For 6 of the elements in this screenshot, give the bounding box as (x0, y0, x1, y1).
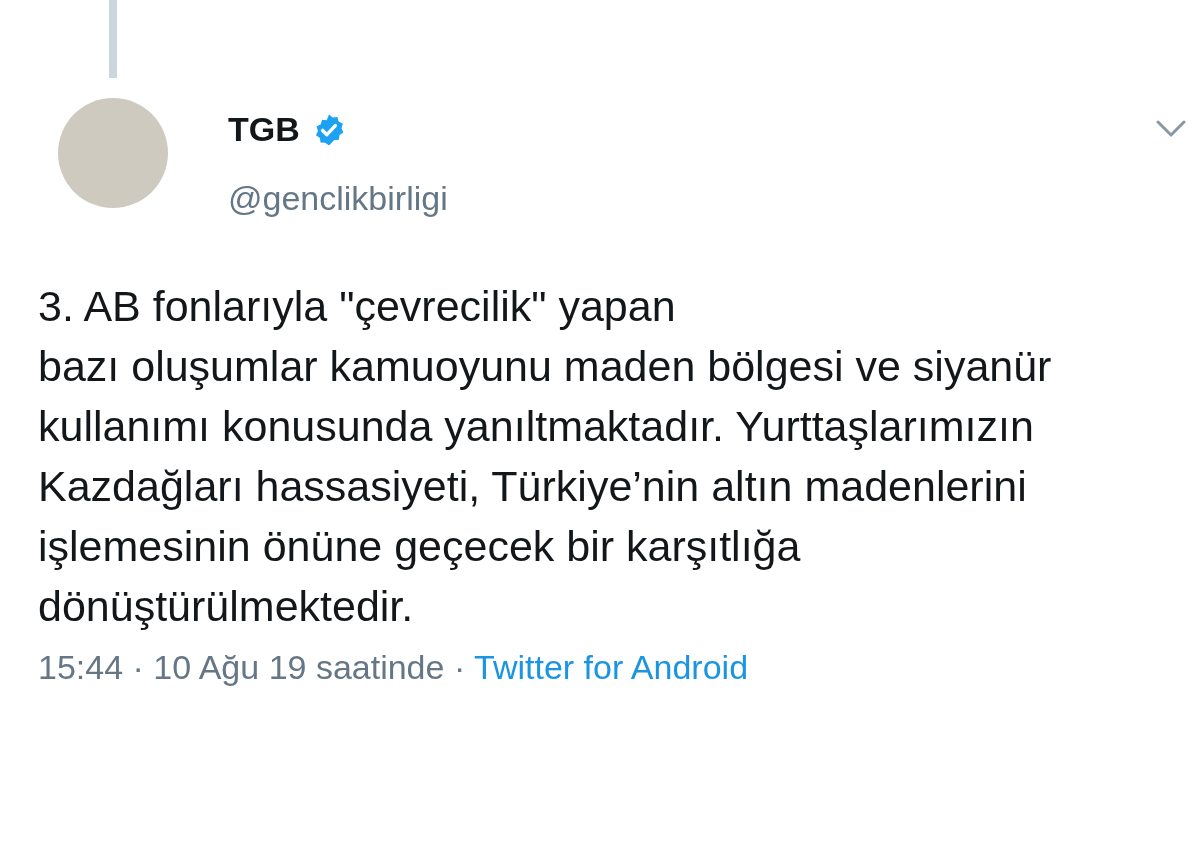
source-link[interactable]: Twitter for Android (474, 648, 749, 686)
tweet-text: 3. AB fonlarıyla "çevrecilik" yapan bazı oluşumlar kamuoyunu maden bölgesi ve siyanür kullanımı konusunda yanıltmaktadır. Yurttaşlarımızın Kazdağları hassasiyeti, Türkiye’nin altın madenlerini işlemesinin önüne geçecek bir karşıtlığa dönüştürülmektedir. (38, 281, 1053, 632)
author-name[interactable]: TGB (228, 110, 300, 149)
author-handle[interactable]: @genclikbirligi (228, 179, 448, 218)
tweet-timestamp: 15:44 · 10 Ağu 19 saatinde · (38, 648, 467, 686)
chevron-down-icon[interactable] (1156, 120, 1186, 138)
